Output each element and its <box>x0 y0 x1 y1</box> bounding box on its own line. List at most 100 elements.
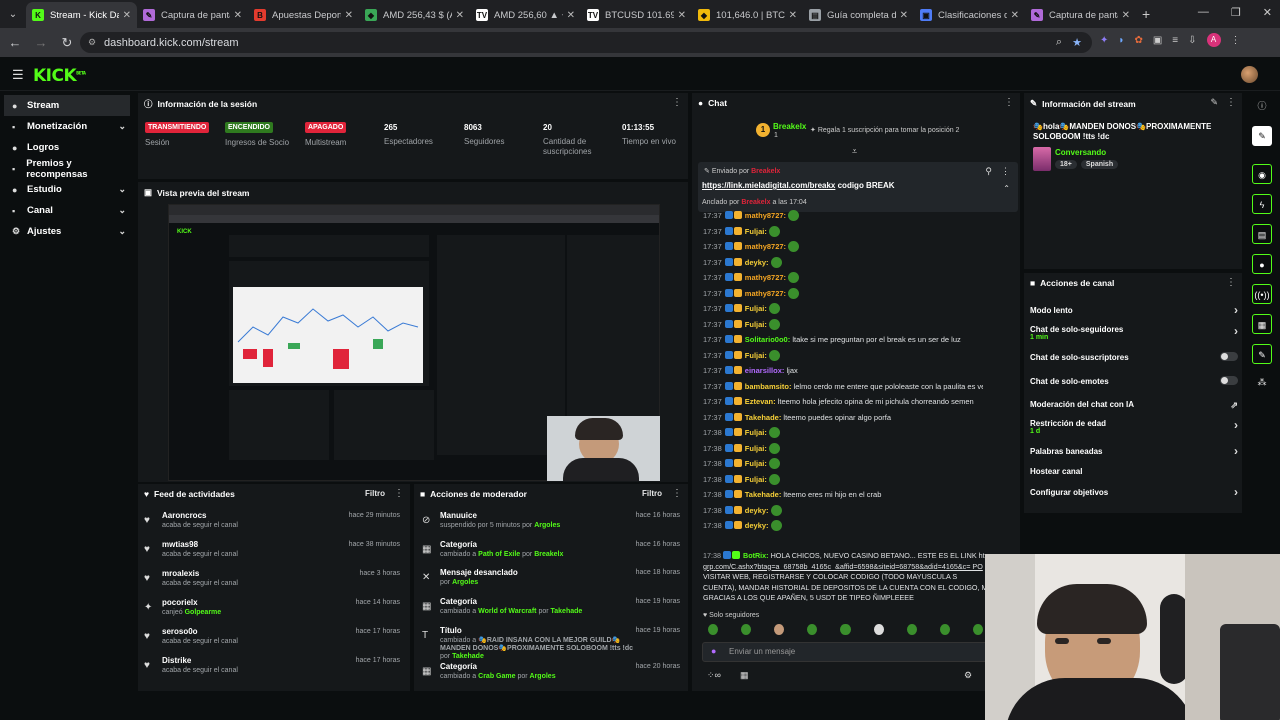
channel-action-configurar-objetivos[interactable]: Configurar objetivos › <box>1030 485 1238 499</box>
list-item[interactable]: ♥ seroso0o acaba de seguir el canal hace 17… <box>142 627 404 656</box>
tab-close-icon[interactable]: ✕ <box>456 10 464 21</box>
site-info-icon[interactable]: ⚙ <box>88 37 96 48</box>
emote-icon[interactable] <box>972 624 983 635</box>
chat-message[interactable]: 17:37 mathy8727: <box>703 241 983 253</box>
new-tab-icon[interactable]: + <box>1142 6 1150 22</box>
channel-action-hostear-canal[interactable]: Hostear canal <box>1030 467 1238 476</box>
channel-action-chat-de-solo-emotes[interactable]: Chat de solo-emotes <box>1030 376 1238 386</box>
stream-tag[interactable]: Spanish <box>1080 160 1119 169</box>
grid-icon[interactable]: ▦ <box>1252 314 1272 334</box>
gift-prompt[interactable]: ✦ Regala 1 suscripción para tomar la pos… <box>810 126 959 134</box>
toggle-switch[interactable] <box>1220 376 1238 385</box>
share-icon[interactable]: ⁂ <box>1252 372 1272 392</box>
extension-icon[interactable]: ✦ <box>1100 35 1108 47</box>
chat-username[interactable]: Fuljai: <box>745 475 767 484</box>
chat-username[interactable]: Fuljai: <box>745 444 767 453</box>
forward-icon[interactable]: → <box>30 35 52 50</box>
info-icon[interactable]: ⓘ <box>1252 96 1272 116</box>
chat-username[interactable]: mathy8727: <box>745 242 786 251</box>
chevron-right-icon[interactable]: › <box>1234 324 1238 338</box>
clipboard-icon[interactable]: ▤ <box>1252 224 1272 244</box>
browser-tab[interactable]: ▣ Clasificaciones de ✕ <box>914 2 1025 28</box>
chat-username[interactable]: Takehade: <box>745 413 782 422</box>
chat-message[interactable]: 17:37 Fuljai: <box>703 318 983 331</box>
username[interactable]: mroalexis <box>162 569 199 578</box>
stream-category[interactable]: Conversando <box>1055 148 1106 157</box>
list-item[interactable]: ▦ Categoría cambiado a Crab Game por Argol… <box>420 662 684 694</box>
more-options-icon[interactable]: ⋮ <box>672 488 682 499</box>
chat-message[interactable]: 17:37 Eztevan: lteemo hola jefecito opina… <box>703 396 983 408</box>
moderator-name[interactable]: Takehade <box>452 653 484 660</box>
toggle-switch[interactable] <box>1220 352 1238 361</box>
emote-icon[interactable] <box>906 624 917 635</box>
tab-close-icon[interactable]: ✕ <box>900 10 908 21</box>
emote-icon[interactable] <box>807 624 818 635</box>
chat-message[interactable]: 17:38 Fuljai: <box>703 442 983 455</box>
username[interactable]: Aaroncrocs <box>162 511 206 520</box>
chat-username[interactable]: mathy8727: <box>745 289 786 298</box>
chevron-down-icon[interactable]: ⌄ <box>118 205 126 216</box>
chat-username[interactable]: Fuljai: <box>745 351 767 360</box>
more-options-icon[interactable]: ⋮ <box>672 97 682 108</box>
list-item[interactable]: ♥ Distrike acaba de seguir el canal hace 17… <box>142 656 404 685</box>
bolt-icon[interactable]: ϟ <box>1252 194 1272 214</box>
unpin-icon[interactable]: ⚲ <box>985 166 992 177</box>
chat-username[interactable]: mathy8727: <box>745 273 786 282</box>
channel-action-chat-de-solo-seguidores[interactable]: Chat de solo-seguidores 1 min › <box>1030 324 1238 341</box>
chat-username[interactable]: Fuljai: <box>745 304 767 313</box>
chevron-up-icon[interactable]: ⌃ <box>1003 184 1010 193</box>
emote-icon[interactable] <box>774 624 785 635</box>
browser-tab[interactable]: ✎ Captura de pantalla ✕ <box>137 2 248 28</box>
username[interactable]: pocorielx <box>162 598 198 607</box>
browser-tab[interactable]: B Apuestas Deportivas ✕ <box>248 2 359 28</box>
more-options-icon[interactable]: ⋮ <box>1226 277 1236 288</box>
chat-username[interactable]: mathy8727: <box>745 211 786 220</box>
pinned-link[interactable]: https://link.mieladigital.com/breakx <box>702 181 835 190</box>
browser-tab[interactable]: ◆ 101,646.0 | BTCUSDT ✕ <box>692 2 803 28</box>
category-thumbnail[interactable] <box>1033 147 1051 171</box>
list-item[interactable]: ♥ mroalexis acaba de seguir el canal hace 3… <box>142 569 404 598</box>
chat-username[interactable]: Fuljai: <box>745 459 767 468</box>
stream-tag[interactable]: 18+ <box>1055 160 1077 169</box>
filter-button[interactable]: Filtro <box>365 489 385 498</box>
collapse-icon[interactable]: ⩡ <box>852 146 857 157</box>
username[interactable]: seroso0o <box>162 627 198 636</box>
chat-message[interactable]: 17:37 Fuljai: <box>703 349 983 362</box>
tab-close-icon[interactable]: ✕ <box>123 10 131 21</box>
wrench-icon[interactable]: ✎ <box>1252 344 1272 364</box>
chat-message[interactable]: 17:37 Fuljai: <box>703 225 983 238</box>
downloads-icon[interactable]: ⇩ <box>1188 35 1196 47</box>
emote-icon[interactable] <box>939 624 950 635</box>
tab-close-icon[interactable]: ✕ <box>1011 10 1019 21</box>
chevron-right-icon[interactable]: › <box>1234 303 1238 317</box>
chevron-right-icon[interactable]: › <box>1234 418 1238 432</box>
sidebar-item-stream[interactable]: ● Stream <box>4 95 130 116</box>
chat-settings-icon[interactable]: ⚙ <box>964 670 972 681</box>
channel-action-palabras-baneadas[interactable]: Palabras baneadas › <box>1030 444 1238 458</box>
chat-username[interactable]: Takehade: <box>745 490 782 499</box>
moderator-name[interactable]: Takehade <box>551 608 583 615</box>
list-item[interactable]: ♥ Aaroncrocs acaba de seguir el canal hace … <box>142 511 404 540</box>
back-icon[interactable]: ← <box>4 35 26 50</box>
list-item[interactable]: ⊘ Manuuice suspendido por 5 minutos por Ar… <box>420 511 684 543</box>
chat-message[interactable]: 17:37 Takehade: lteemo puedes opinar algo… <box>703 412 983 424</box>
list-item[interactable]: ✕ Mensaje desanclado por Argoles hace 18 ho… <box>420 568 684 600</box>
chat-username[interactable]: Fuljai: <box>745 227 767 236</box>
external-link-icon[interactable]: ⇗ <box>1230 400 1238 411</box>
hamburger-menu-icon[interactable]: ☰ <box>12 67 24 83</box>
username[interactable]: mwtias98 <box>162 540 198 549</box>
browser-tab[interactable]: TV AMD 256,60 ▲ +1 ✕ <box>470 2 581 28</box>
browser-tab[interactable]: K Stream - Kick Dashboard ✕ <box>26 2 137 28</box>
chat-message[interactable]: 17:37 Solitario0o0: ltake si me preguntan… <box>703 334 983 346</box>
reload-icon[interactable]: ↻ <box>56 35 78 51</box>
chat-message[interactable]: 17:38 Takehade: lteemo eres mi hijo en el… <box>703 489 983 501</box>
chat-bubble-icon[interactable]: ● <box>1252 254 1272 274</box>
chat-username[interactable]: bambamsito: <box>745 382 792 391</box>
more-options-icon[interactable]: ⋮ <box>1001 166 1010 177</box>
tab-close-icon[interactable]: ✕ <box>345 10 353 21</box>
chat-message[interactable]: 17:37 mathy8727: <box>703 287 983 300</box>
chevron-right-icon[interactable]: › <box>1234 485 1238 499</box>
chevron-down-icon[interactable]: ⌄ <box>118 184 126 195</box>
edit-icon[interactable]: ✎ <box>1210 97 1218 108</box>
channel-action-moderacio-n-del-chat-con-ia[interactable]: Moderación del chat con IA ⇗ <box>1030 400 1238 411</box>
